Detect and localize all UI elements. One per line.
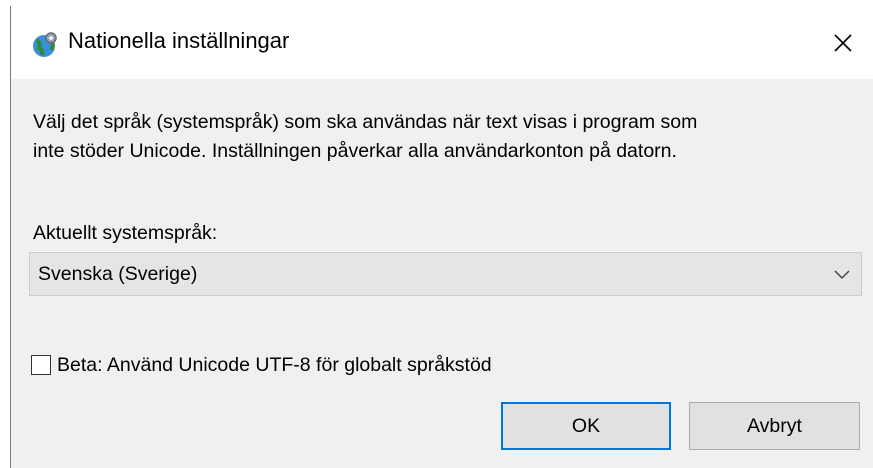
regional-settings-dialog: Nationella inställningar Välj det språk … xyxy=(10,6,873,468)
globe-settings-icon xyxy=(31,31,59,59)
title-bar: Nationella inställningar xyxy=(11,6,873,79)
utf8-checkbox[interactable] xyxy=(31,355,51,375)
ok-button[interactable]: OK xyxy=(501,402,671,450)
utf8-option[interactable]: Beta: Använd Unicode UTF-8 för globalt s… xyxy=(31,350,492,380)
system-locale-label: Aktuellt systemspråk: xyxy=(33,222,218,244)
description-line: Välj det språk (systemspråk) som ska anv… xyxy=(33,111,698,133)
description-line: inte stöder Unicode. Inställningen påver… xyxy=(33,140,677,162)
cancel-button[interactable]: Avbryt xyxy=(689,402,860,450)
system-locale-select[interactable]: Svenska (Sverige) xyxy=(29,252,862,296)
close-button[interactable] xyxy=(813,6,873,79)
system-locale-value: Svenska (Sverige) xyxy=(38,263,198,285)
description-text: Välj det språk (systemspråk) som ska anv… xyxy=(33,108,853,166)
chevron-down-icon xyxy=(833,267,851,281)
window-title: Nationella inställningar xyxy=(68,28,290,53)
close-icon xyxy=(834,33,852,52)
utf8-checkbox-label: Beta: Använd Unicode UTF-8 för globalt s… xyxy=(57,353,492,376)
